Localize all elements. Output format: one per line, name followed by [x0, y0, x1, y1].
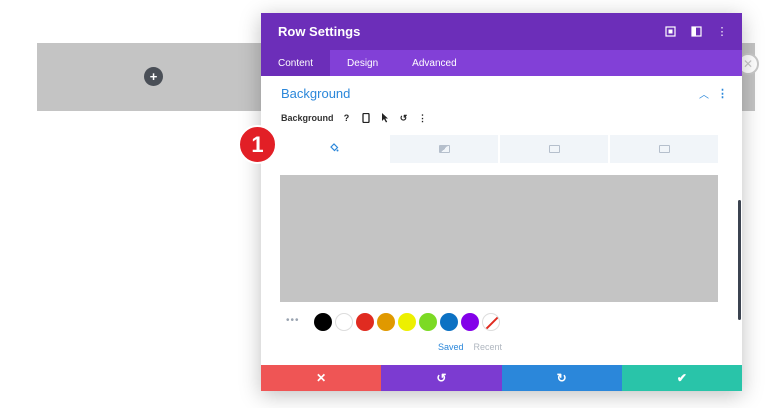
reset-icon[interactable]: ↺	[397, 111, 411, 125]
color-swatches: •••	[286, 313, 503, 331]
saved-tab[interactable]: Saved	[438, 342, 464, 352]
color-preview[interactable]	[280, 175, 718, 302]
row-settings-modal: Row Settings ⋮ Content Design Advanced B…	[261, 13, 742, 391]
modal-footer: ✕ ↺ ↻ ✔	[261, 365, 742, 391]
background-section-header[interactable]: Background ︿ ⋮	[261, 76, 742, 110]
swatch-orange[interactable]	[376, 313, 395, 331]
save-button[interactable]: ✔	[621, 365, 742, 391]
add-module-button[interactable]: +	[144, 67, 163, 86]
background-field-label: Background	[281, 113, 334, 123]
cursor-icon[interactable]	[378, 111, 392, 125]
gradient-icon	[438, 145, 450, 153]
section-options-icon[interactable]: ⋮	[717, 87, 728, 100]
field-options-icon[interactable]: ⋮	[416, 111, 430, 125]
close-icon: ✕	[316, 371, 327, 385]
tab-design[interactable]: Design	[330, 50, 395, 76]
tab-content[interactable]: Content	[261, 50, 331, 76]
redo-icon: ↻	[556, 371, 567, 385]
step-badge: 1	[238, 125, 277, 164]
tab-background-image[interactable]	[500, 135, 608, 163]
modal-title: Row Settings	[278, 24, 361, 39]
recent-tab[interactable]: Recent	[474, 342, 503, 352]
redo-button[interactable]: ↻	[501, 365, 622, 391]
tab-background-color[interactable]	[280, 135, 388, 163]
paint-bucket-icon	[329, 142, 339, 156]
swatch-clear[interactable]	[481, 313, 500, 331]
sidebar-toggle-icon[interactable]	[690, 26, 702, 38]
video-icon	[658, 145, 670, 153]
swatch-purple[interactable]	[460, 313, 479, 331]
tab-background-gradient[interactable]	[390, 135, 498, 163]
cancel-button[interactable]: ✕	[261, 365, 382, 391]
section-title: Background	[281, 85, 351, 101]
image-icon	[548, 145, 560, 153]
mobile-icon[interactable]	[359, 111, 373, 125]
swatch-black[interactable]	[313, 313, 332, 331]
swatch-yellow[interactable]	[397, 313, 416, 331]
help-icon[interactable]: ?	[340, 111, 354, 125]
fullscreen-icon[interactable]	[664, 26, 676, 38]
check-icon: ✔	[676, 371, 687, 385]
swatch-tabs: Saved Recent	[438, 342, 502, 352]
background-type-tabs	[280, 135, 718, 163]
more-options-icon[interactable]: ⋮	[716, 26, 728, 38]
modal-header: Row Settings ⋮	[261, 13, 742, 50]
builder-canvas: + ✕ Row Settings ⋮ Content Design Advanc…	[0, 0, 768, 408]
swatch-red[interactable]	[355, 313, 374, 331]
background-field-row: Background ? ↺ ⋮	[261, 110, 742, 126]
more-colors-icon[interactable]: •••	[286, 315, 300, 326]
undo-icon: ↺	[436, 371, 447, 385]
scrollbar[interactable]	[738, 200, 741, 320]
swatch-blue[interactable]	[439, 313, 458, 331]
swatch-green[interactable]	[418, 313, 437, 331]
swatch-white[interactable]	[334, 313, 353, 331]
tab-advanced[interactable]: Advanced	[395, 50, 473, 76]
tab-background-video[interactable]	[610, 135, 718, 163]
settings-tabs: Content Design Advanced	[261, 50, 742, 76]
chevron-up-icon[interactable]: ︿	[699, 86, 709, 101]
undo-button[interactable]: ↺	[381, 365, 502, 391]
